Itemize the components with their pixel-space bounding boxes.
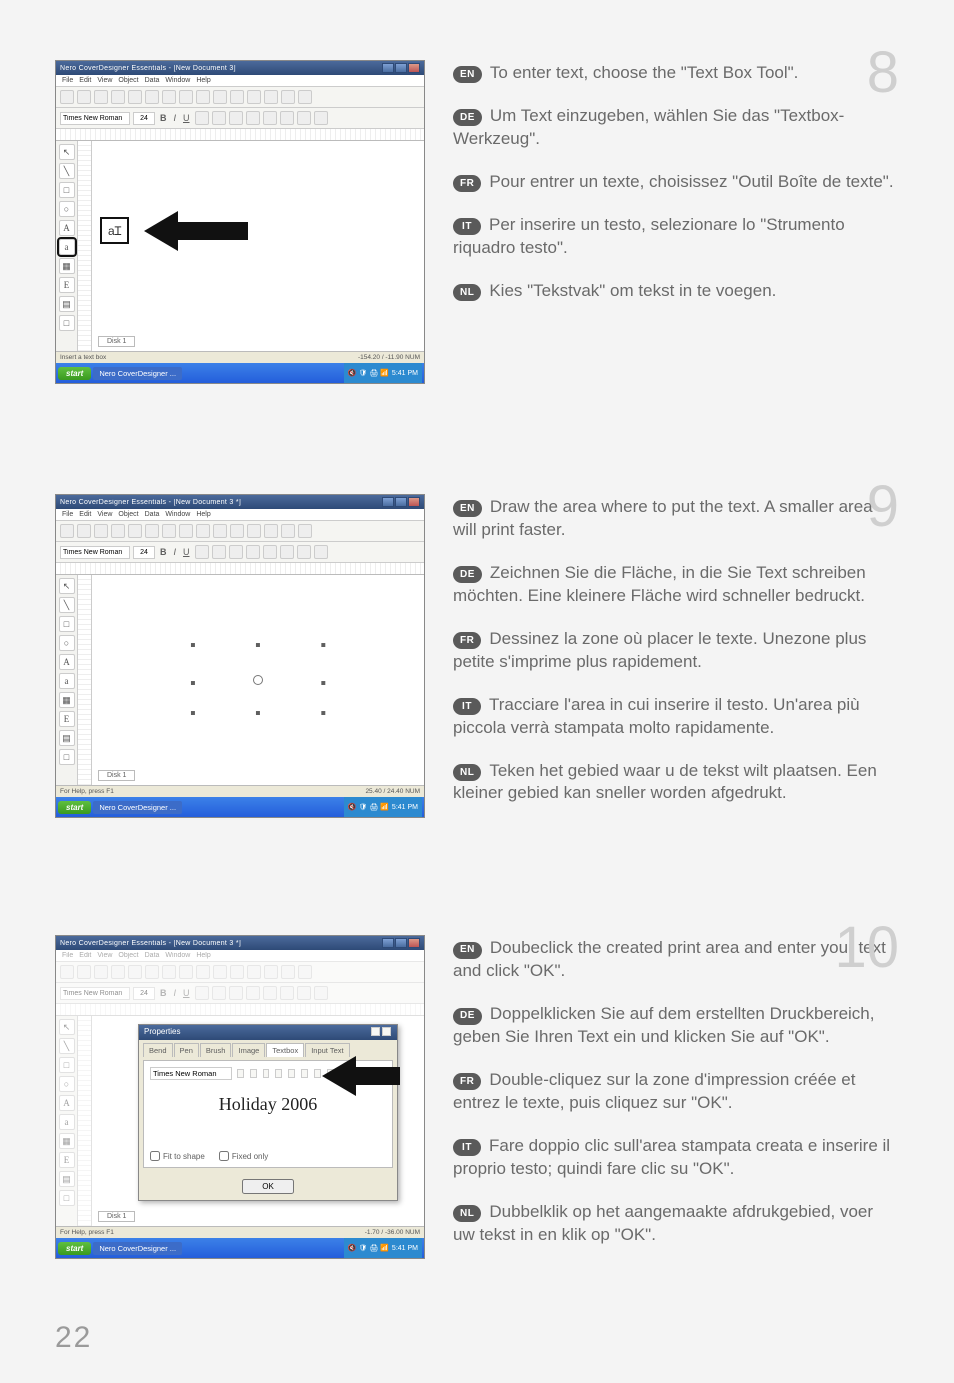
step-9-section: Nero CoverDesigner Essentials - [New Doc… [55, 494, 899, 825]
vertical-ruler [78, 141, 92, 351]
toolbar [56, 87, 424, 108]
artistic-text-icon: A [59, 220, 75, 236]
vertical-toolbar: ↖ ╲ □ ○ A a ▦ E ▤ □ [56, 141, 78, 351]
lang-pill-it: IT [453, 1139, 481, 1156]
dialog-font-select [150, 1067, 232, 1080]
fit-to-shape-checkbox: Fit to shape [150, 1151, 205, 1161]
instruction-arrow-icon [144, 211, 248, 251]
ellipse-tool-icon: ○ [59, 201, 75, 217]
screenshot-9: Nero CoverDesigner Essentials - [New Doc… [55, 494, 425, 818]
lang-pill-fr: FR [453, 632, 481, 649]
ok-button: OK [242, 1179, 294, 1194]
font-family-select [60, 112, 130, 125]
font-toolbar: BIU [56, 108, 424, 129]
menu-bar: FileEditViewObjectDataWindowHelp [56, 75, 424, 87]
horizontal-ruler [56, 129, 424, 141]
start-button: start [58, 367, 91, 380]
lang-pill-de: DE [453, 566, 482, 583]
table-tool-icon: ▤ [59, 296, 75, 312]
lang-pill-nl: NL [453, 284, 481, 301]
step-number: 8 [867, 44, 899, 102]
grid-tool-icon: ▦ [59, 258, 75, 274]
step-8-section: Nero CoverDesigner Essentials - [New Doc… [55, 60, 899, 384]
fixed-only-checkbox: Fixed only [219, 1151, 268, 1161]
dialog-titlebar: Properties [139, 1025, 397, 1040]
screenshot-10: Nero CoverDesigner Essentials - [New Doc… [55, 935, 425, 1259]
textbox-tool-callout: aꞮ [102, 219, 127, 242]
status-bar: Insert a text box-154.20 / -11.90 NUM [56, 351, 424, 363]
step-number: 10 [834, 919, 899, 977]
properties-dialog: Properties BendPenBrushImageTextboxInput… [138, 1024, 398, 1201]
maximize-icon [395, 63, 407, 73]
lang-pill-fr: FR [453, 1073, 481, 1090]
selection-handles-icon: ▪▪▪ ▪▪ ▪▪▪ [193, 640, 323, 720]
lang-pill-nl: NL [453, 764, 481, 781]
instruction-arrow-icon [322, 1056, 400, 1096]
page-number: 22 [55, 1321, 92, 1355]
frame-tool-icon: □ [59, 315, 75, 331]
lang-pill-it: IT [453, 218, 481, 235]
screenshot-8: Nero CoverDesigner Essentials - [New Doc… [55, 60, 425, 384]
taskbar: start Nero CoverDesigner ... 🔇 🛡 🖨 📶 5:4… [56, 363, 424, 383]
text-preview: Holiday 2006 [150, 1094, 386, 1115]
rect-tool-icon: □ [59, 182, 75, 198]
taskbar-app-item: Nero CoverDesigner ... [93, 367, 182, 380]
font-size-input [133, 112, 155, 125]
step-9-text: 9 ENDraw the area where to put the text.… [453, 494, 899, 825]
textbox-tool-icon: a [59, 239, 75, 255]
close-icon [408, 63, 420, 73]
lang-pill-de: DE [453, 109, 482, 126]
step-10-section: Nero CoverDesigner Essentials - [New Doc… [55, 935, 899, 1266]
lang-pill-de: DE [453, 1008, 482, 1025]
window-titlebar: Nero CoverDesigner Essentials - [New Doc… [56, 61, 424, 75]
step-8-text: 8 ENTo enter text, choose the "Text Box … [453, 60, 899, 323]
lang-pill-en: EN [453, 942, 482, 959]
system-tray: 🔇 🛡 🖨 📶 5:41 PM [344, 363, 422, 383]
lang-pill-nl: NL [453, 1205, 481, 1222]
minimize-icon [382, 63, 394, 73]
align-tool-icon: E [59, 277, 75, 293]
lang-pill-en: EN [453, 500, 482, 517]
line-tool-icon: ╲ [59, 163, 75, 179]
lang-pill-en: EN [453, 66, 482, 83]
lang-pill-it: IT [453, 698, 481, 715]
close-icon [382, 1027, 391, 1036]
page-tab: Disk 1 [98, 336, 135, 347]
step-10-text: 10 ENDoubeclick the created print area a… [453, 935, 899, 1266]
pointer-tool-icon: ↖ [59, 144, 75, 160]
step-number: 9 [867, 478, 899, 536]
lang-pill-fr: FR [453, 175, 481, 192]
help-icon [371, 1027, 380, 1036]
